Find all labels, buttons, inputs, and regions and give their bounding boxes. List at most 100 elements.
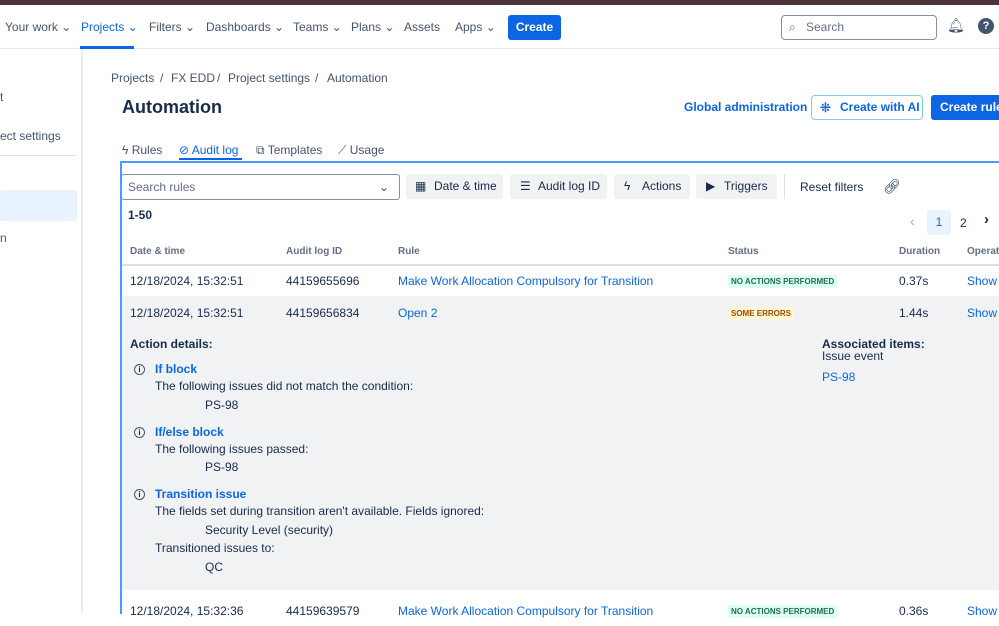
date-time-filter[interactable]: ▦ Date & time xyxy=(406,174,503,199)
block-item: QC xyxy=(205,560,223,574)
block-item: Security Level (security) xyxy=(205,523,334,537)
sidebar-item-active[interactable] xyxy=(0,190,77,221)
nav-label: Plans xyxy=(351,20,382,34)
reset-filters-button[interactable]: Reset filters xyxy=(800,180,863,194)
check-circle-icon: ⊘ xyxy=(179,143,190,157)
search-input[interactable]: ⌕ Search xyxy=(781,15,937,40)
list-icon: ☰ xyxy=(520,179,531,193)
show-link[interactable]: Show xyxy=(967,274,997,288)
lightning-icon: ϟ xyxy=(624,179,631,193)
create-rule-button[interactable]: Create rule xyxy=(931,95,999,120)
col-operations[interactable]: Operati xyxy=(967,246,999,257)
page-2[interactable]: 2 xyxy=(960,216,967,230)
button-label: Actions xyxy=(642,179,682,193)
audit-log-id-filter[interactable]: ☰ Audit log ID xyxy=(510,174,607,199)
prev-page-icon[interactable]: ‹ xyxy=(910,213,915,229)
nav-label: Teams xyxy=(293,20,329,34)
page-1[interactable]: 1 xyxy=(927,210,951,235)
button-label: Date & time xyxy=(434,179,497,193)
cell-id: 44159655696 xyxy=(286,274,360,288)
block-item: PS-98 xyxy=(205,460,239,474)
block-text: The following issues passed: xyxy=(155,442,309,456)
button-label: Create with AI xyxy=(840,100,920,114)
nav-your-work[interactable]: Your work ⌄ xyxy=(5,20,71,34)
col-rule[interactable]: Rule xyxy=(398,246,420,257)
sidebar: t ect settings n xyxy=(0,49,83,614)
tab-audit-log[interactable]: ⊘ Audit log xyxy=(179,143,238,157)
nav-plans[interactable]: Plans ⌄ xyxy=(351,20,394,34)
nav-dashboards[interactable]: Dashboards ⌄ xyxy=(206,20,284,34)
block-text: The following issues did not match the c… xyxy=(155,379,414,393)
associated-issue-link[interactable]: PS-98 xyxy=(822,370,855,384)
status-badge: SOME ERRORS xyxy=(728,307,795,320)
tab-label: Rules xyxy=(131,143,163,157)
divider xyxy=(784,174,785,199)
block-text: Transitioned issues to: xyxy=(155,541,275,555)
page-title: Automation xyxy=(122,97,222,117)
if-block-link[interactable]: If block xyxy=(155,362,197,376)
create-button[interactable]: Create xyxy=(508,15,561,40)
nav-projects[interactable]: Projects ⌄ xyxy=(81,20,138,34)
result-range: 1-50 xyxy=(128,208,153,222)
active-tab-underline xyxy=(179,158,242,160)
cell-id: 44159656834 xyxy=(286,306,360,320)
calendar-icon: ▦ xyxy=(415,179,427,193)
breadcrumb-projects[interactable]: Projects xyxy=(111,71,154,85)
info-icon: i xyxy=(134,364,145,375)
info-icon: i xyxy=(134,427,145,438)
cell-date: 12/18/2024, 15:32:36 xyxy=(130,604,244,618)
breadcrumb-automation[interactable]: Automation xyxy=(327,71,388,85)
col-duration[interactable]: Duration xyxy=(899,246,940,257)
rule-link[interactable]: Make Work Allocation Compulsory for Tran… xyxy=(398,274,653,288)
sidebar-item[interactable]: t xyxy=(0,90,3,104)
cell-date: 12/18/2024, 15:32:51 xyxy=(130,274,244,288)
nav-apps[interactable]: Apps ⌄ xyxy=(455,20,496,34)
create-with-ai-button[interactable]: ⁜ Create with AI xyxy=(811,95,923,120)
tab-label: Templates xyxy=(267,143,323,157)
sidebar-item-project-settings[interactable]: ect settings xyxy=(0,129,61,143)
rule-link[interactable]: Make Work Allocation Compulsory for Tran… xyxy=(398,604,653,618)
col-status[interactable]: Status xyxy=(728,246,759,257)
triggers-filter[interactable]: ▶ Triggers xyxy=(696,174,777,199)
breadcrumb-project-settings[interactable]: Project settings xyxy=(228,71,310,85)
nav-teams[interactable]: Teams ⌄ xyxy=(293,20,342,34)
next-page-icon[interactable]: › xyxy=(984,211,989,228)
link-icon[interactable]: 🔗︎ xyxy=(883,178,901,195)
ai-sparkle-icon: ⁜ xyxy=(820,100,831,115)
play-icon: ▶ xyxy=(706,179,716,193)
placeholder: Search rules xyxy=(128,180,196,194)
table-row[interactable]: 12/18/2024, 15:32:36 44159639579 Make Wo… xyxy=(122,596,999,626)
breadcrumb-project[interactable]: FX EDD xyxy=(171,71,215,85)
tab-rules[interactable]: ϟ Rules xyxy=(122,143,162,157)
actions-filter[interactable]: ϟ Actions xyxy=(614,174,690,199)
nav-filters[interactable]: Filters ⌄ xyxy=(149,20,195,34)
nav-label: Apps xyxy=(455,20,483,34)
col-date[interactable]: Date & time xyxy=(130,246,185,257)
tab-label: Audit log xyxy=(191,143,239,157)
table-row[interactable]: 12/18/2024, 15:32:51 44159655696 Make Wo… xyxy=(122,266,999,296)
tab-templates[interactable]: ⧉ Templates xyxy=(256,143,322,158)
nav-label: Dashboards xyxy=(206,20,271,34)
help-icon[interactable]: ? xyxy=(978,18,994,34)
nav-assets[interactable]: Assets xyxy=(404,20,440,34)
cell-date: 12/18/2024, 15:32:51 xyxy=(130,306,244,320)
copy-icon: ⧉ xyxy=(256,143,265,157)
info-icon: i xyxy=(134,489,145,500)
cell-duration: 0.37s xyxy=(899,274,929,288)
block-item: PS-98 xyxy=(205,398,239,412)
transition-issue-link[interactable]: Transition issue xyxy=(155,487,246,501)
if-else-block-link[interactable]: If/else block xyxy=(155,425,224,439)
col-id[interactable]: Audit log ID xyxy=(286,246,342,257)
show-link[interactable]: Show xyxy=(967,604,997,618)
sidebar-item[interactable]: n xyxy=(0,231,7,245)
rule-link[interactable]: Open 2 xyxy=(398,306,437,320)
notifications-icon[interactable]: 🔔︎ xyxy=(947,17,965,34)
lightning-icon: ϟ xyxy=(122,143,129,157)
status-badge: NO ACTIONS PERFORMED xyxy=(728,605,838,618)
show-link[interactable]: Show xyxy=(967,306,997,320)
block-text: The fields set during transition aren't … xyxy=(155,504,485,518)
table-row-expanded[interactable]: 12/18/2024, 15:32:51 44159656834 Open 2 … xyxy=(122,296,999,590)
global-administration-link[interactable]: Global administration xyxy=(684,100,807,114)
tab-usage[interactable]: ⟋ Usage xyxy=(338,143,384,158)
search-rules-select[interactable]: Search rules ⌄ xyxy=(121,174,400,200)
